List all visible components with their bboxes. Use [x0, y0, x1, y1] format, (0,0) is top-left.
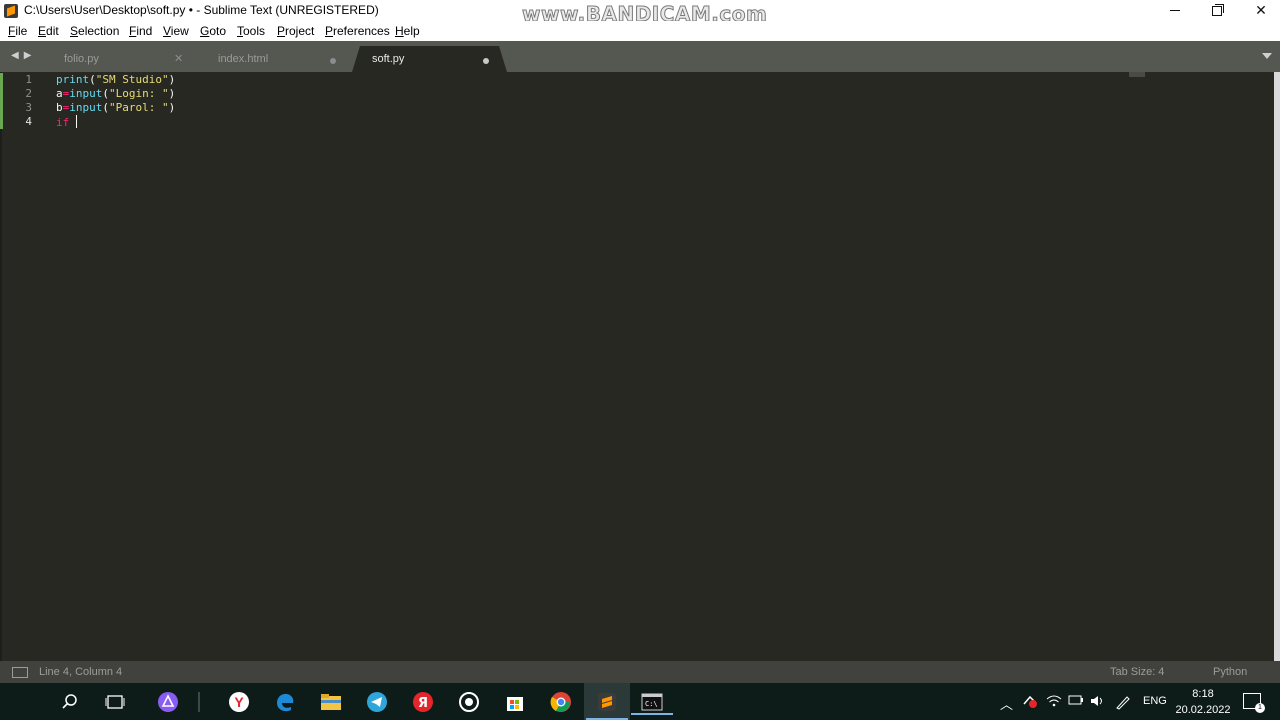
code-text: if [56, 115, 77, 130]
notification-count: 1 [1255, 703, 1265, 713]
tab-nav-arrows[interactable]: ◀ ▶ [11, 50, 36, 61]
notifications-icon[interactable]: 1 [1243, 693, 1265, 713]
line-number: 2 [25, 87, 32, 100]
sublime-app-icon [4, 4, 18, 18]
svg-text:Я: Я [418, 696, 428, 711]
yandex-browser-icon[interactable]: Y [226, 689, 252, 715]
menu-goto[interactable]: Goto [200, 24, 226, 38]
tab-label: soft.py [372, 53, 405, 65]
text-caret [75, 115, 77, 128]
tab-modified-dot-icon[interactable] [483, 58, 489, 64]
status-bar: Line 4, Column 4 Tab Size: 4 Python [0, 661, 1280, 683]
language-indicator[interactable]: ENG [1143, 695, 1167, 707]
wifi-icon[interactable] [1046, 694, 1062, 711]
restore-button[interactable] [1194, 0, 1240, 21]
close-icon: ✕ [1255, 2, 1267, 18]
syntax-indicator[interactable]: Python [1213, 666, 1247, 678]
taskbar: Y Я C:\ ︿ ENG 8:18 20.02.2022 1 [0, 683, 1280, 720]
tab-modified-dot-icon[interactable] [330, 58, 336, 64]
tab-size-indicator[interactable]: Tab Size: 4 [1110, 666, 1164, 678]
menu-find[interactable]: Find [129, 24, 152, 38]
code-line: 2 a=input("Login: ") [0, 87, 1274, 101]
code-editor[interactable]: 1 print("SM Studio") 2 a=input("Login: "… [0, 72, 1274, 661]
code-line: 3 b=input("Parol: ") [0, 101, 1274, 115]
edge-icon[interactable] [272, 689, 298, 715]
antivirus-icon[interactable] [1022, 694, 1038, 711]
tab-soft-py[interactable]: soft.py [352, 46, 507, 72]
menu-view[interactable]: View [163, 24, 189, 38]
tab-folio-py[interactable]: folio.py ✕ [50, 46, 195, 72]
task-view-icon[interactable] [102, 689, 128, 715]
terminal-icon[interactable]: C:\ [631, 689, 673, 715]
menu-project[interactable]: Project [277, 24, 314, 38]
pen-workspace-icon[interactable] [1115, 694, 1131, 713]
battery-icon[interactable] [1068, 694, 1084, 709]
tab-bar: ◀ ▶ folio.py ✕ index.html soft.py [0, 41, 1280, 72]
sublime-text-icon [598, 692, 616, 711]
menu-edit[interactable]: Edit [38, 24, 59, 38]
title-bar: C:\Users\User\Desktop\soft.py • - Sublim… [0, 0, 1280, 27]
yandex-icon[interactable]: Я [410, 689, 436, 715]
taskbar-separator [198, 692, 200, 712]
volume-icon[interactable] [1089, 694, 1105, 711]
code-text: print("SM Studio") [56, 73, 176, 86]
line-number: 3 [25, 101, 32, 114]
menu-tools[interactable]: Tools [237, 24, 265, 38]
sublime-text-taskbar-button[interactable] [584, 683, 630, 720]
file-explorer-icon[interactable] [318, 689, 344, 715]
window-title: C:\Users\User\Desktop\soft.py • - Sublim… [24, 3, 379, 17]
line-number: 4 [25, 115, 32, 128]
menu-file[interactable]: File [8, 24, 27, 38]
clock-time: 8:18 [1192, 688, 1214, 700]
minimize-icon [1170, 10, 1180, 11]
tab-label: folio.py [64, 53, 99, 65]
minimize-button[interactable] [1152, 0, 1198, 21]
cursor-position[interactable]: Line 4, Column 4 [39, 666, 122, 678]
panel-toggle-icon[interactable] [12, 667, 28, 678]
menu-selection[interactable]: Selection [70, 24, 119, 38]
store-icon[interactable] [502, 689, 528, 715]
clock[interactable]: 8:18 20.02.2022 [1175, 686, 1231, 718]
tabs-dropdown-icon[interactable] [1262, 53, 1272, 59]
alice-icon[interactable] [155, 689, 181, 715]
search-icon[interactable] [57, 689, 83, 715]
tab-next-icon[interactable]: ▶ [24, 50, 32, 61]
svg-text:C:\: C:\ [645, 700, 658, 708]
menu-preferences[interactable]: Preferences [325, 24, 390, 38]
active-indicator [631, 713, 673, 715]
tab-close-icon[interactable]: ✕ [174, 52, 183, 65]
code-text: a=input("Login: ") [56, 87, 176, 100]
line-number: 1 [25, 73, 32, 86]
code-line-current: 4 if [0, 115, 1274, 130]
close-button[interactable]: ✕ [1238, 0, 1280, 21]
code-text: b=input("Parol: ") [56, 101, 176, 114]
obs-icon[interactable] [456, 689, 482, 715]
clock-date: 20.02.2022 [1175, 704, 1231, 716]
vertical-scrollbar[interactable] [1274, 72, 1280, 661]
chrome-icon[interactable] [548, 689, 574, 715]
tab-index-html[interactable]: index.html [204, 46, 349, 72]
telegram-icon[interactable] [364, 689, 390, 715]
restore-icon [1212, 3, 1224, 16]
menu-help[interactable]: Help [395, 24, 420, 38]
tab-prev-icon[interactable]: ◀ [11, 50, 19, 61]
tab-label: index.html [218, 53, 269, 65]
menu-bar: File Edit Selection Find View Goto Tools… [0, 21, 1280, 41]
svg-text:Y: Y [234, 694, 244, 710]
show-hidden-icons-icon[interactable]: ︿ [1000, 694, 1013, 713]
code-line: 1 print("SM Studio") [0, 73, 1274, 87]
windows-start-icon[interactable] [12, 693, 29, 710]
